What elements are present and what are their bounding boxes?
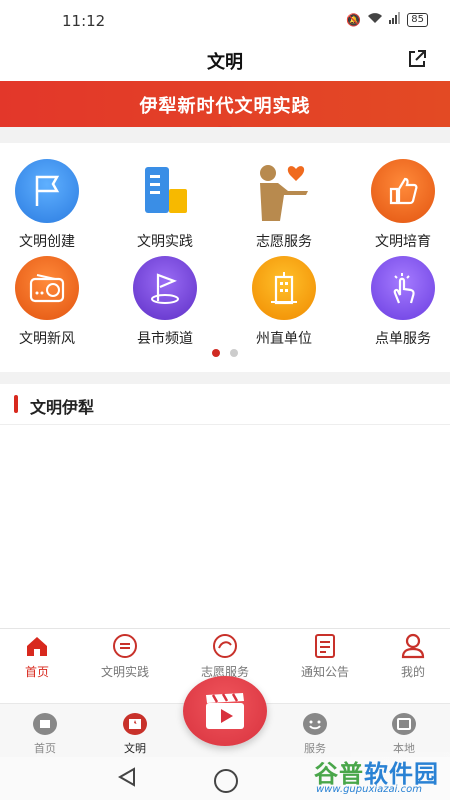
title-bar: 文明: [0, 42, 450, 80]
tap-hand-icon: [371, 256, 435, 320]
back-triangle-icon: [117, 767, 135, 787]
page-title: 文明: [207, 52, 243, 73]
status-time: 11:12: [62, 12, 106, 30]
mute-icon: 🔕: [346, 12, 362, 27]
grid-label: 志愿服务: [256, 234, 312, 250]
main-tab-local[interactable]: 本地: [364, 712, 444, 756]
signal-icon: [389, 12, 401, 27]
home-outline-icon: [32, 712, 58, 736]
grid-item-prefecture-unit[interactable]: 州直单位: [234, 256, 334, 347]
grid-item-civilization-cultivation[interactable]: 文明培育: [353, 159, 450, 250]
main-tab-label: 文明: [124, 742, 146, 755]
inner-tab-label: 首页: [24, 665, 49, 679]
page-dot-active[interactable]: [212, 349, 220, 357]
building-icon: [133, 159, 197, 223]
watermark-url: www.gupuxiazai.com: [316, 784, 422, 795]
banner[interactable]: 伊犁新时代文明实践: [0, 81, 450, 133]
thumbs-up-icon: [371, 159, 435, 223]
section-header: 文明伊犁: [0, 384, 450, 425]
service-icon: [302, 712, 328, 736]
inner-tab-home[interactable]: 首页: [0, 633, 82, 680]
volunteer-icon: [252, 159, 316, 223]
status-bar: 11:12 🔕 85: [0, 0, 450, 42]
share-icon: [409, 50, 426, 67]
main-tab-home[interactable]: 首页: [5, 712, 85, 756]
video-button[interactable]: [183, 676, 267, 746]
grid-item-county-channel[interactable]: 县市频道: [115, 256, 215, 347]
main-tab-label: 首页: [34, 742, 56, 755]
grid-item-civilization-creation[interactable]: 文明创建: [0, 159, 97, 250]
inner-tab-practice[interactable]: 文明实践: [80, 633, 170, 680]
grid-item-new-civilization[interactable]: 文明新风: [0, 256, 97, 347]
grid-label: 文明新风: [19, 331, 75, 347]
main-tab-service[interactable]: 服务: [275, 712, 355, 756]
banner-title: 伊犁新时代文明实践: [139, 96, 311, 117]
watermark: 谷普软件园 www.gupuxiazai.com: [306, 752, 450, 800]
map-flag-icon: [133, 256, 197, 320]
back-button[interactable]: [117, 767, 136, 791]
divider: [0, 372, 450, 384]
grid-item-civilization-practice[interactable]: 文明实践: [115, 159, 215, 250]
practice-badge-icon: [112, 633, 138, 659]
grid-label: 点单服务: [375, 331, 431, 347]
grid-label: 文明创建: [19, 234, 75, 250]
section-accent-bar: [14, 395, 18, 413]
radio-icon: [15, 256, 79, 320]
grid-item-order-service[interactable]: 点单服务: [353, 256, 450, 347]
section-title: 文明伊犁: [30, 398, 95, 417]
battery-icon: 85: [407, 12, 428, 27]
share-button[interactable]: [406, 48, 428, 70]
page-dot[interactable]: [230, 349, 238, 357]
volunteer-badge-icon: [212, 633, 238, 659]
home-circle-button[interactable]: [214, 769, 238, 793]
main-tab-civilization[interactable]: 文明: [95, 712, 175, 756]
feature-grid: 文明创建 文明实践 志愿服务 文明培育 文明新风 县市频道 州直单位 点单服务: [0, 143, 450, 373]
person-icon: [400, 633, 426, 659]
grid-label: 文明培育: [375, 234, 431, 250]
flag-icon: [15, 159, 79, 223]
home-icon: [24, 633, 50, 659]
video-clapper-icon: [206, 693, 244, 729]
inner-tab-label: 文明实践: [100, 665, 149, 679]
grid-label: 州直单位: [256, 331, 312, 347]
office-building-icon: [252, 256, 316, 320]
divider: [0, 127, 450, 143]
status-icons: 🔕 85: [346, 12, 428, 27]
inner-tab-volunteer[interactable]: 志愿服务: [180, 633, 270, 680]
grid-label: 文明实践: [137, 234, 193, 250]
wifi-icon: [367, 12, 383, 27]
page-indicator: [0, 349, 450, 357]
inner-tab-label: 我的: [400, 665, 425, 679]
grid-item-volunteer-service[interactable]: 志愿服务: [234, 159, 334, 250]
grid-label: 县市频道: [137, 331, 193, 347]
inner-tab-mine[interactable]: 我的: [368, 633, 450, 680]
notice-icon: [312, 633, 338, 659]
civilization-icon: [122, 712, 148, 736]
local-icon: [391, 712, 417, 736]
inner-tab-notice[interactable]: 通知公告: [280, 633, 370, 680]
inner-tab-label: 通知公告: [300, 665, 349, 679]
